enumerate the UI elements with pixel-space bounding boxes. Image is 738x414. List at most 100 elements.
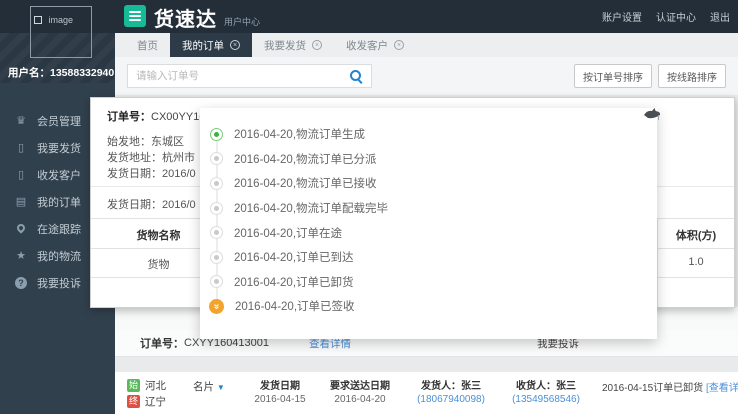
timeline-event: 2016-04-20,物流订单配载完毕 xyxy=(210,196,657,221)
timeline-event-text: 2016-04-20,订单已到达 xyxy=(234,252,354,265)
hamburger-bar xyxy=(129,19,141,21)
sidebar-item-label: 在途跟踪 xyxy=(37,223,81,236)
timeline-dot-icon xyxy=(210,201,223,215)
sort-by-route-button[interactable]: 按线路排序 xyxy=(658,64,726,88)
business-card-label: 名片 xyxy=(193,381,214,393)
shipping-info: 始发地：东城区 发货地址：杭州市 发货日期：2016/0 xyxy=(107,134,196,182)
logout-link[interactable]: 退出 xyxy=(710,9,730,24)
document-icon: ▤ xyxy=(15,195,27,208)
column-header: 收货人：张三 xyxy=(516,381,576,392)
phone-link[interactable]: (13549568546) xyxy=(505,394,587,405)
order-column: 收货人：张三 (13549568546) xyxy=(505,377,587,414)
timeline-dot-icon xyxy=(210,127,223,141)
timeline-list: 2016-04-20,物流订单生成 2016-04-20,物流订单已分派 2016-… xyxy=(209,122,657,319)
tab-ship-goods[interactable]: 我要发货 × xyxy=(252,33,334,57)
timeline-dot-icon xyxy=(210,152,223,166)
volume-cell: 1.0 xyxy=(688,256,704,268)
column-value: 2016-04-15 xyxy=(254,394,306,405)
app-subtitle: 用户中心 xyxy=(224,17,261,27)
tab-label: 我要发货 xyxy=(264,39,306,52)
crown-icon: ♛ xyxy=(16,114,26,127)
sidebar-item-label: 我的物流 xyxy=(37,250,81,263)
order-column: 要求送达日期 2016-04-20 xyxy=(323,377,397,414)
app-title: 货速达 xyxy=(154,9,217,31)
avatar-image-placeholder: image xyxy=(30,6,92,58)
sidebar-item-label: 我的订单 xyxy=(37,196,81,209)
route-origin: 始 河北 xyxy=(127,377,185,393)
tab-home[interactable]: 首页 xyxy=(125,33,170,57)
search-box[interactable] xyxy=(127,64,372,88)
timeline-event: 2016-04-20,订单在途 xyxy=(210,220,657,245)
destination-badge: 终 xyxy=(127,394,140,408)
order-column: 发货人：张三 (18067940098) xyxy=(410,377,492,414)
timeline-event: 2016-04-20,物流订单已接收 xyxy=(210,171,657,196)
column-value: 2016-04-20 xyxy=(334,394,386,405)
sidebar-item-label: 会员管理 xyxy=(37,115,81,128)
column-header: 发货人：张三 xyxy=(421,381,481,392)
tab-close-icon[interactable]: × xyxy=(394,40,404,50)
order-column: 发货日期 2016-04-15 xyxy=(250,377,310,414)
status-detail-link[interactable]: [查看详情] xyxy=(706,383,738,394)
sidebar-item-label: 收发客户 xyxy=(37,169,81,182)
tracking-timeline-popup: 2016-04-20,物流订单生成 2016-04-20,物流订单已分派 2016-… xyxy=(200,108,657,339)
tab-label: 我的订单 xyxy=(182,39,224,52)
tab-my-orders[interactable]: 我的订单 × xyxy=(170,33,252,57)
star-icon: ★ xyxy=(16,249,26,262)
phone-link[interactable]: (18067940098) xyxy=(410,394,492,405)
timeline-event: 2016-04-20,物流订单已分派 xyxy=(210,147,657,172)
order-status: 2016-04-15订单已卸货 [查看详情] xyxy=(602,377,738,414)
detail-order-no-label: 订单号： xyxy=(107,111,151,123)
app-screen: 货速达 用户中心 账户设置 认证中心 退出 image 用户名：1358833294… xyxy=(0,0,738,414)
header-nav: 账户设置 认证中心 退出 xyxy=(602,0,730,33)
order-no-label: 订单号： xyxy=(140,338,184,350)
column-header: 发货日期 xyxy=(260,381,300,392)
toolbar: 按订单号排序 按线路排序 xyxy=(115,57,738,95)
tab-bar: 首页 我的订单 × 我要发货 × 收发客户 × xyxy=(115,33,738,57)
timeline-event: 2016-04-20,物流订单生成 xyxy=(210,122,657,147)
search-input[interactable] xyxy=(128,70,349,82)
ship-address: 发货地址：杭州市 xyxy=(107,152,195,164)
username-label: 用户名：13588332940 xyxy=(8,67,115,79)
timeline-event: 2016-04-20,订单已卸货 xyxy=(210,270,657,295)
timeline-event-text: 2016-04-20,订单在途 xyxy=(234,227,343,240)
timeline-dot-icon xyxy=(210,226,223,240)
origin-place: 始发地：东城区 xyxy=(107,136,184,148)
placeholder-text: image xyxy=(48,14,73,25)
business-card-link[interactable]: 名片 ▼ xyxy=(193,377,237,414)
auth-center-link[interactable]: 认证中心 xyxy=(656,9,696,24)
timeline-event-text: 2016-04-20,物流订单已接收 xyxy=(234,178,377,191)
top-header: 货速达 用户中心 账户设置 认证中心 退出 xyxy=(0,0,738,33)
sidebar-item-label: 我要发货 xyxy=(37,142,81,155)
hamburger-menu-button[interactable] xyxy=(124,5,146,27)
destination-name: 辽宁 xyxy=(145,395,166,408)
origin-name: 河北 xyxy=(145,379,166,392)
bird-icon xyxy=(642,106,662,125)
broken-image-icon xyxy=(34,15,42,24)
timeline-dot-icon xyxy=(210,275,223,289)
timeline-event-text: 2016-04-20,订单已签收 xyxy=(235,301,355,314)
hamburger-bar xyxy=(129,11,141,13)
timeline-event: 2016-04-20,订单已到达 xyxy=(210,245,657,270)
tab-close-icon[interactable]: × xyxy=(230,40,240,50)
route-destination: 终 辽宁 xyxy=(127,393,185,409)
ship-date-2: 发货日期：2016/0 xyxy=(107,199,196,211)
tab-label: 首页 xyxy=(137,39,158,52)
account-settings-link[interactable]: 账户设置 xyxy=(602,9,642,24)
timeline-event-text: 2016-04-20,物流订单生成 xyxy=(234,129,366,142)
timeline-signed-icon: » xyxy=(209,298,224,314)
sort-by-order-button[interactable]: 按订单号排序 xyxy=(574,64,652,88)
ship-date: 发货日期：2016/0 xyxy=(107,168,196,180)
column-header: 要求送达日期 xyxy=(330,381,390,392)
timeline-event-text: 2016-04-20,物流订单配载完毕 xyxy=(234,203,389,216)
location-pin-icon xyxy=(14,221,28,236)
timeline-dot-icon xyxy=(210,250,223,264)
tab-customers[interactable]: 收发客户 × xyxy=(334,33,416,57)
route-block: 始 河北 终 辽宁 xyxy=(127,377,185,414)
tab-close-icon[interactable]: × xyxy=(312,40,322,50)
status-text: 2016-04-15订单已卸货 xyxy=(602,383,704,394)
question-icon: ? xyxy=(14,276,28,290)
search-icon[interactable] xyxy=(349,69,363,83)
chevron-down-icon: ▼ xyxy=(216,383,225,392)
order-row[interactable]: 始 河北 终 辽宁 名片 ▼ 发货日期 2016-04-15 要求送达日期 2016-… xyxy=(115,372,738,414)
volume-header: 体积(方) xyxy=(675,230,717,242)
